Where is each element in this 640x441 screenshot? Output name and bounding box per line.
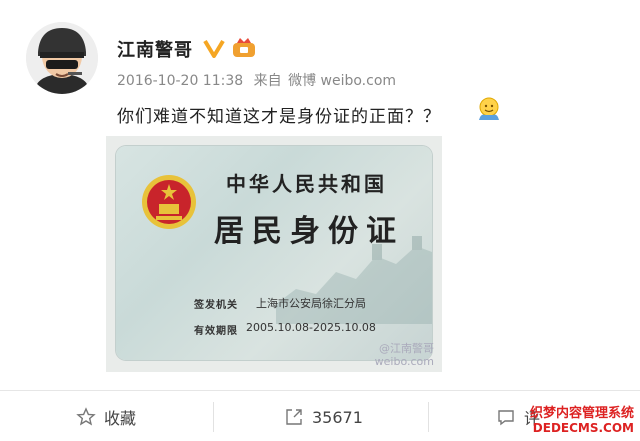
- card-title-country: 中华人民共和国: [226, 172, 387, 196]
- repost-count: 35671: [312, 407, 363, 427]
- share-out-icon: [286, 409, 302, 425]
- repost-button[interactable]: 35671: [284, 403, 363, 431]
- image-watermark-site: weibo.com: [374, 355, 434, 368]
- member-crown-icon[interactable]: [231, 37, 257, 59]
- post-meta: 2016-10-20 11:38 来自 微博 weibo.com: [117, 70, 402, 90]
- id-card: 中华人民共和国 居民身份证 签发机关 上海市公安局徐汇分局 有效期限 2005.…: [116, 146, 432, 360]
- image-watermark: @江南警哥 weibo.com: [375, 342, 434, 368]
- validity-value: 2005.10.08-2025.10.08: [246, 321, 376, 334]
- comment-bubble-icon: [498, 410, 514, 426]
- favorite-label: 收藏: [104, 409, 137, 428]
- star-icon: [76, 407, 96, 426]
- image-watermark-handle: @江南警哥: [379, 342, 434, 355]
- validity-label: 有效期限: [194, 326, 238, 337]
- action-separator: [428, 402, 429, 432]
- site-watermark: 织梦内容管理系统 DEDECMS.COM: [530, 406, 634, 436]
- user-avatar[interactable]: [26, 22, 98, 94]
- site-watermark-domain: DEDECMS.COM: [532, 421, 634, 435]
- favorite-button[interactable]: 收藏: [76, 403, 136, 431]
- national-emblem: [142, 175, 196, 229]
- authority-label: 签发机关: [194, 300, 238, 311]
- source-prefix: 来自: [253, 73, 282, 89]
- post-source[interactable]: 微博 weibo.com: [288, 73, 396, 89]
- post-image[interactable]: 中华人民共和国 居民身份证 签发机关 上海市公安局徐汇分局 有效期限 2005.…: [106, 136, 442, 372]
- face-emoji-icon: [479, 97, 499, 120]
- card-title-doc: 居民身份证: [214, 214, 404, 249]
- post-text: 你们难道不知道这才是身份证的正面？？: [117, 107, 441, 127]
- verified-badge-icon: [203, 39, 225, 58]
- authority-value: 上海市公安局徐汇分局: [256, 297, 366, 310]
- site-watermark-title: 织梦内容管理系统: [529, 406, 634, 421]
- action-separator: [213, 402, 214, 432]
- post-timestamp[interactable]: 2016-10-20 11:38: [117, 73, 243, 89]
- action-bar-divider: [0, 390, 640, 391]
- username[interactable]: 江南警哥: [117, 36, 193, 62]
